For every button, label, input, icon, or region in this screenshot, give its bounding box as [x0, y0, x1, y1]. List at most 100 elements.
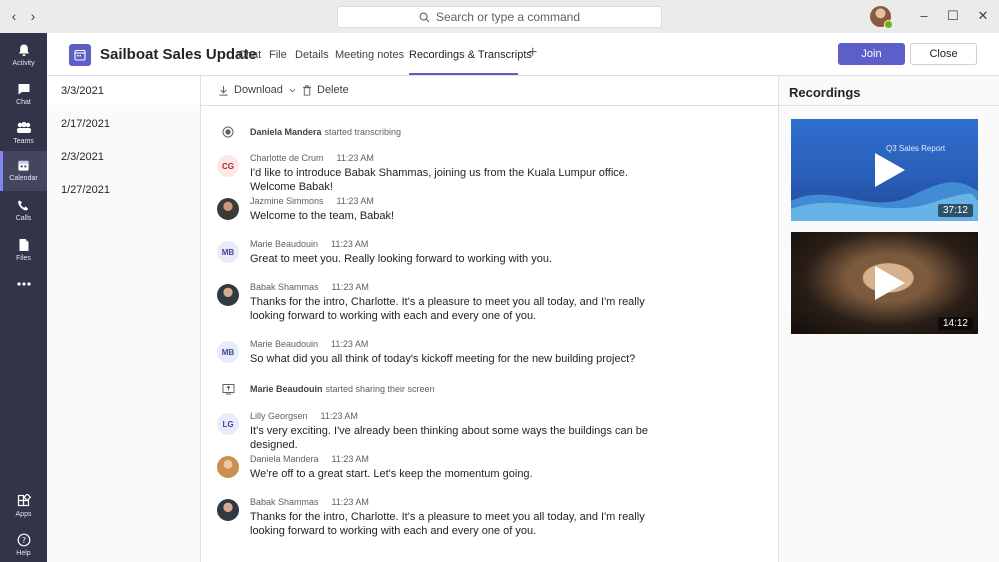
tab-chat[interactable]: Chat	[238, 49, 261, 61]
delete-label: Delete	[317, 84, 349, 96]
back-arrow-icon[interactable]: ‹	[7, 8, 21, 24]
event-action: started transcribing	[324, 127, 402, 137]
close-button[interactable]: Close	[910, 43, 977, 65]
close-window-icon[interactable]: ✕	[976, 9, 990, 23]
active-tab-indicator	[409, 73, 518, 75]
search-input[interactable]: Search or type a command	[337, 6, 662, 28]
user-avatar[interactable]	[870, 6, 893, 29]
recording-thumbnail[interactable]: Q3 Sales Report 37:12	[791, 119, 978, 221]
rail-item-chat[interactable]: Chat	[0, 76, 47, 114]
rail-item-more[interactable]	[0, 271, 47, 309]
rail-item-calendar[interactable]: Calendar	[0, 151, 47, 191]
timestamp: 11:23 AM	[331, 497, 369, 507]
avatar	[217, 499, 239, 521]
entry-text: Great to meet you. Really looking forwar…	[250, 253, 553, 265]
recording-thumbnail[interactable]: 14:12	[791, 232, 978, 334]
meeting-calendar-icon	[69, 44, 91, 66]
rail-label: Chat	[16, 99, 31, 106]
help-icon: ?	[17, 533, 30, 547]
recordings-panel: Recordings Q3 Sales Report 37:12 14:12	[778, 76, 999, 562]
timestamp: 11:23 AM	[320, 411, 358, 421]
rail-item-calls[interactable]: Calls	[0, 193, 47, 231]
duration-badge: 14:12	[937, 317, 973, 330]
maximize-icon[interactable]: ☐	[946, 9, 960, 23]
presence-available-icon	[884, 20, 893, 29]
chevron-down-icon	[289, 88, 296, 92]
rail-label: Files	[16, 255, 31, 262]
entry-text: So what did you all think of today's kic…	[250, 353, 636, 365]
rail-item-apps[interactable]: Apps	[0, 488, 47, 526]
avatar	[217, 284, 239, 306]
divider	[779, 105, 999, 106]
timestamp: 11:23 AM	[331, 239, 369, 249]
rail-label: Help	[16, 550, 31, 557]
entry-text: We're off to a great start. Let's keep t…	[250, 468, 533, 480]
rail-label: Apps	[15, 511, 32, 518]
add-tab-icon[interactable]: +	[528, 44, 537, 62]
transcript-event: Marie Beaudouin started sharing their sc…	[221, 382, 435, 396]
forward-arrow-icon[interactable]: ›	[26, 8, 40, 24]
download-button[interactable]: Download	[218, 84, 301, 96]
file-icon	[19, 239, 28, 251]
entry-text: It's very exciting. I've already been th…	[250, 425, 648, 451]
transcript-pane: Daniela Mandera started transcribing CG …	[201, 106, 778, 562]
avatar	[217, 456, 239, 478]
tab-meeting-notes[interactable]: Meeting notes	[335, 49, 404, 61]
speaker-name: Babak Shammas	[250, 282, 319, 292]
date-item[interactable]: 2/17/2021	[47, 109, 200, 138]
speaker-name: Marie Beaudouin	[250, 339, 319, 349]
screen-share-icon	[221, 382, 235, 396]
tab-file[interactable]: File	[269, 49, 287, 61]
play-icon[interactable]	[874, 266, 905, 300]
play-icon[interactable]	[874, 153, 905, 187]
svg-text:?: ?	[21, 536, 25, 545]
date-item[interactable]: 3/3/2021	[47, 76, 200, 105]
speaker-name: Charlotte de Crum	[250, 153, 324, 163]
rail-label: Teams	[13, 138, 34, 145]
entry-text: Thanks for the intro, Charlotte. It's a …	[250, 296, 645, 322]
rail-label: Calendar	[9, 175, 38, 182]
event-actor: Daniela Mandera	[250, 127, 322, 137]
rail-label: Calls	[15, 215, 32, 222]
speaker-name: Babak Shammas	[250, 497, 319, 507]
date-item[interactable]: 2/3/2021	[47, 142, 200, 171]
meeting-dates-list: 3/3/2021 2/17/2021 2/3/2021 1/27/2021	[47, 76, 201, 562]
slide-title: Q3 Sales Report	[886, 144, 946, 153]
tab-recordings-transcripts[interactable]: Recordings & Transcripts	[409, 49, 532, 61]
entry-text: Welcome to the team, Babak!	[250, 210, 395, 222]
rail-item-activity[interactable]: Activity	[0, 37, 47, 75]
entry-meta: Lilly Georgsen 11:23 AM	[250, 411, 358, 421]
rail-item-files[interactable]: Files	[0, 232, 47, 270]
transcript-toolbar: Download Delete	[201, 76, 778, 106]
entry-meta: Marie Beaudouin 11:23 AM	[250, 339, 368, 349]
minimize-icon[interactable]: –	[917, 9, 931, 23]
avatar: LG	[217, 413, 239, 435]
date-item[interactable]: 1/27/2021	[47, 175, 200, 204]
timestamp: 11:23 AM	[336, 196, 374, 206]
speaker-name: Marie Beaudouin	[250, 239, 319, 249]
title-bar: ‹ › Search or type a command – ☐ ✕	[0, 0, 999, 33]
search-placeholder: Search or type a command	[435, 10, 581, 24]
bell-icon	[18, 44, 29, 56]
speaker-name: Lilly Georgsen	[250, 411, 308, 421]
rail-label: Activity	[12, 60, 35, 67]
meeting-title: Sailboat Sales Update	[100, 46, 257, 63]
entry-text: I'd like to introduce Babak Shammas, joi…	[250, 167, 628, 193]
timestamp: 11:23 AM	[331, 282, 369, 292]
delete-button[interactable]: Delete	[302, 84, 349, 96]
tab-details[interactable]: Details	[295, 49, 329, 61]
avatar: MB	[217, 241, 239, 263]
record-icon	[221, 125, 235, 139]
entry-meta: Babak Shammas 11:23 AM	[250, 282, 369, 292]
teams-icon	[16, 121, 31, 133]
duration-badge: 37:12	[937, 204, 973, 217]
entry-meta: Daniela Mandera 11:23 AM	[250, 454, 369, 464]
download-label: Download	[234, 84, 283, 96]
meeting-header: Sailboat Sales Update Chat File Details …	[47, 33, 999, 76]
speaker-name: Jazmine Simmons	[250, 196, 324, 206]
join-button[interactable]: Join	[838, 43, 905, 65]
entry-meta: Marie Beaudouin 11:23 AM	[250, 239, 368, 249]
rail-item-help[interactable]: ? Help	[0, 527, 47, 562]
rail-item-teams[interactable]: Teams	[0, 115, 47, 153]
entry-text: Thanks for the intro, Charlotte. It's a …	[250, 511, 645, 537]
